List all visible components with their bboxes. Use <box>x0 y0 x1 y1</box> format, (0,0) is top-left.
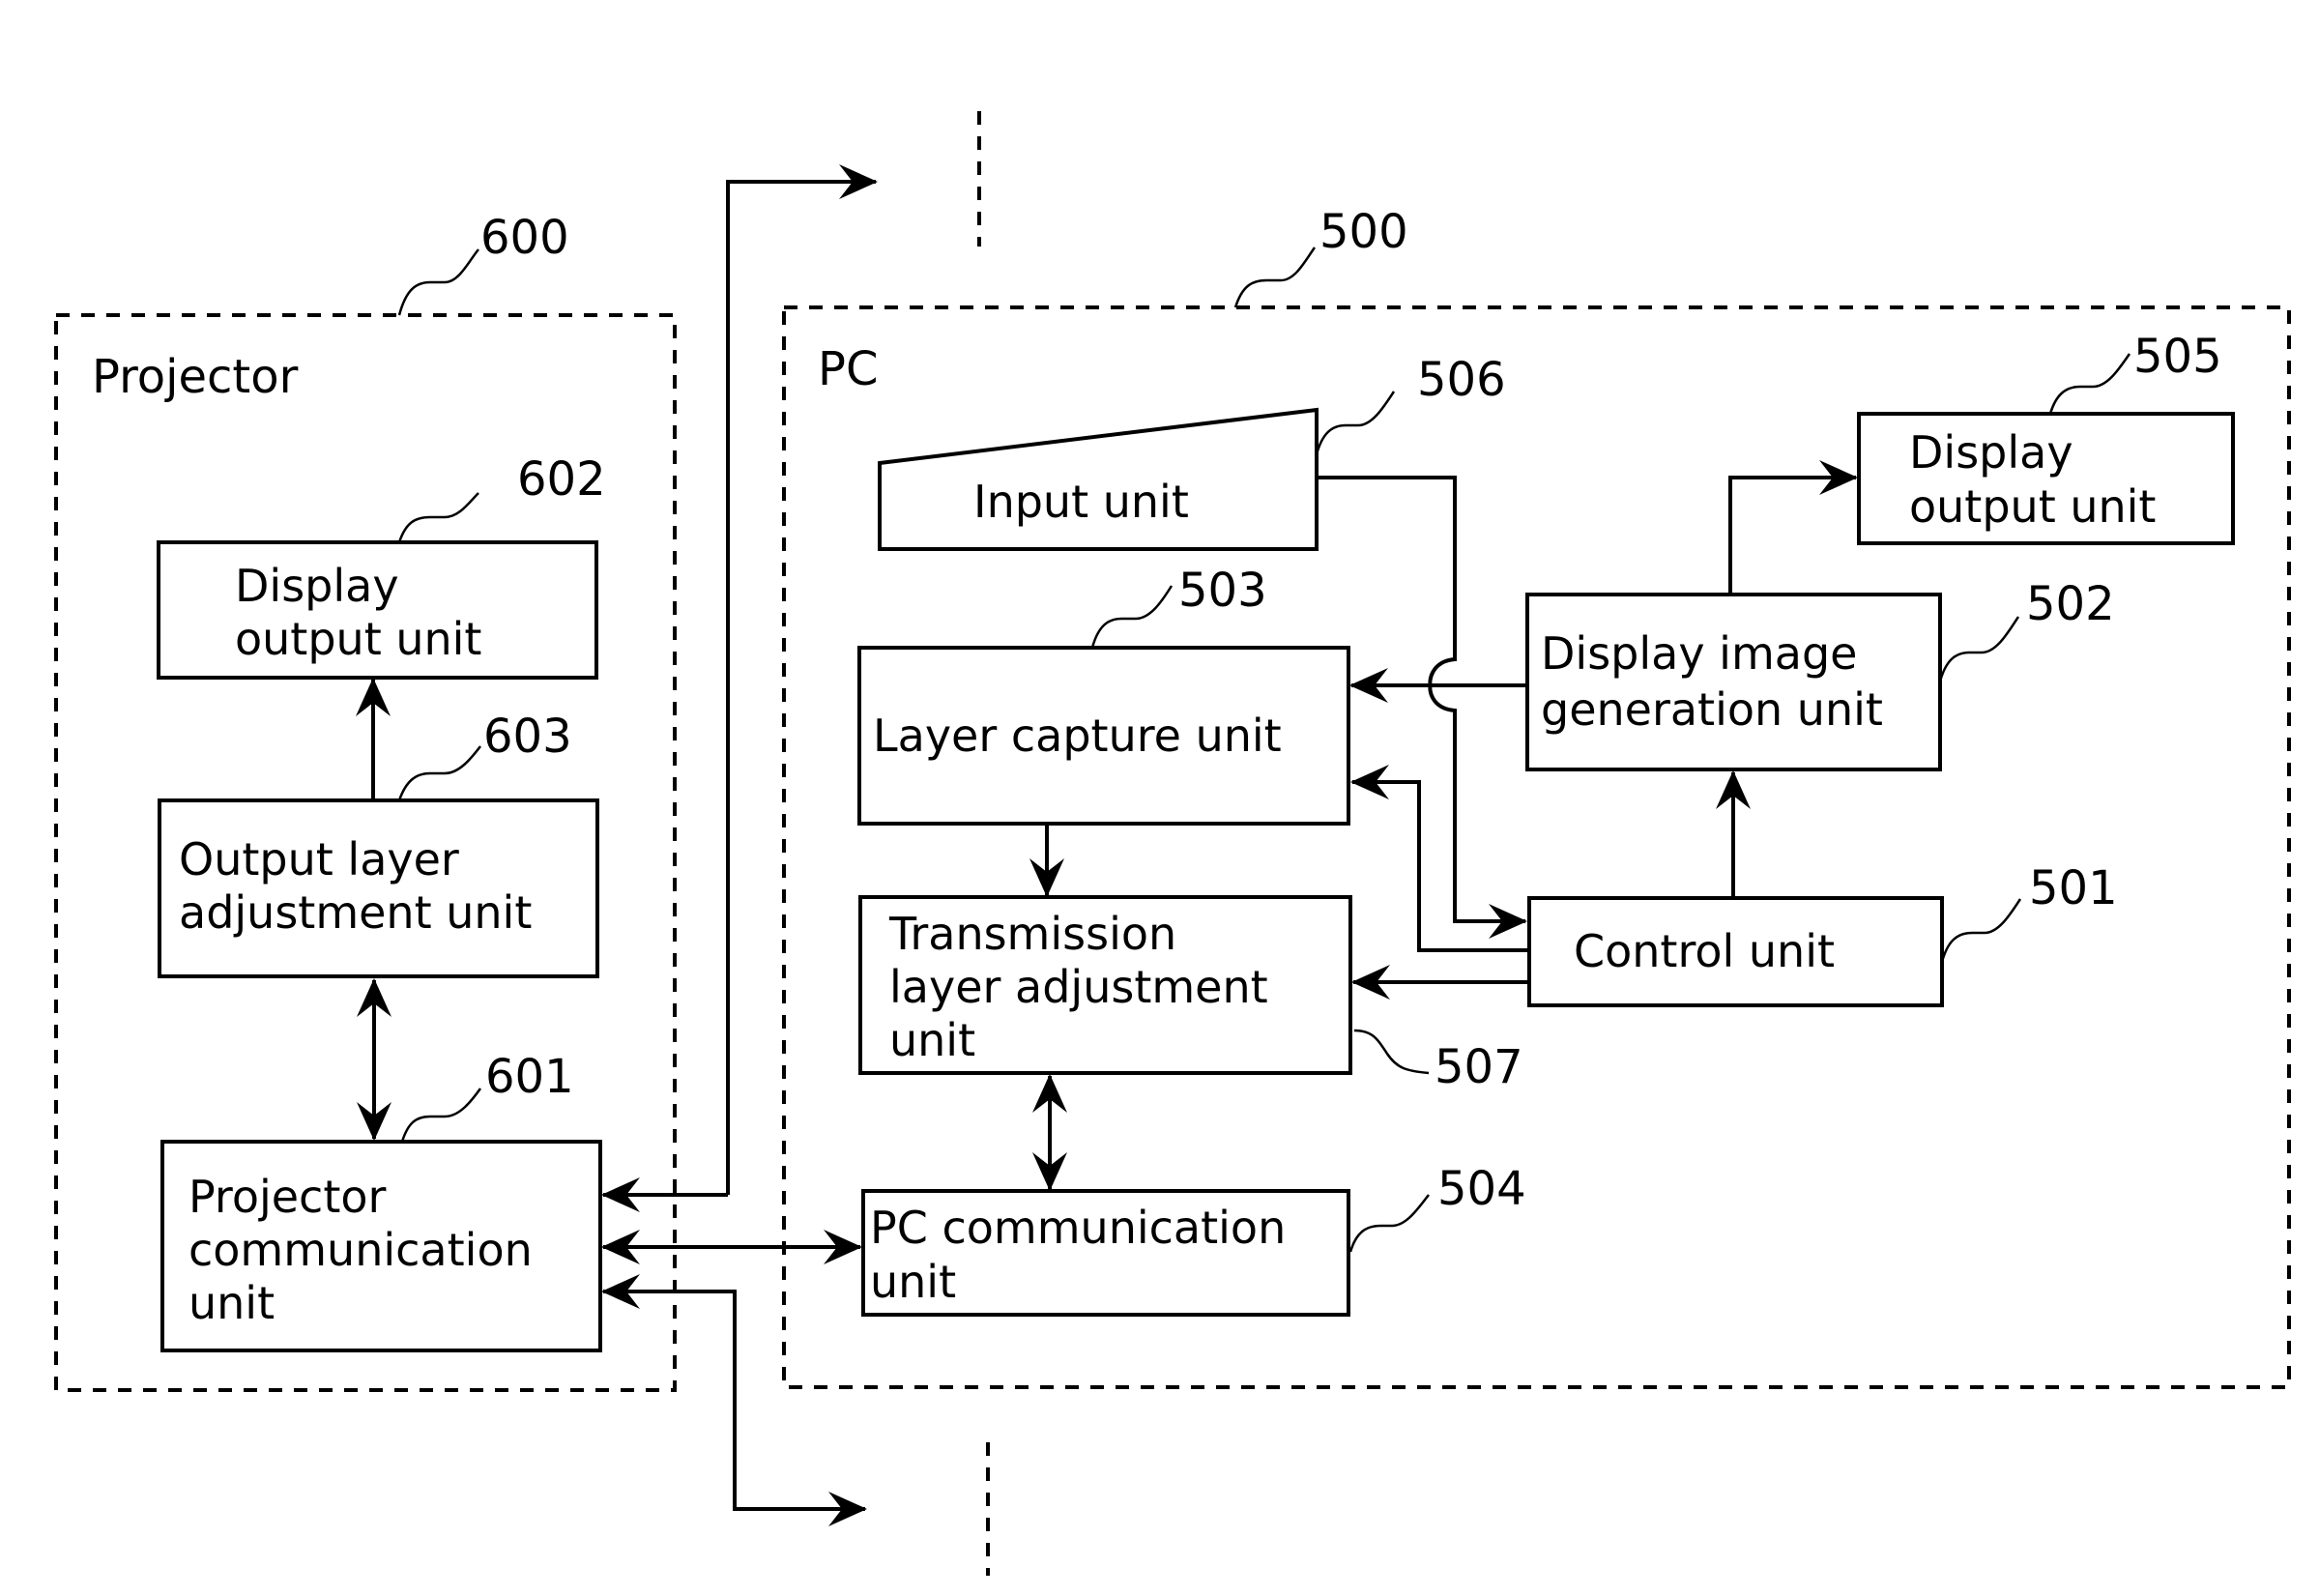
block-layer-capture: Layer capture unit 503 <box>857 564 1350 826</box>
ref-number-601: 601 <box>485 1050 574 1104</box>
block-text-line: Control unit <box>1574 925 1835 977</box>
leader-line-500 <box>1233 247 1317 308</box>
ref-number-603: 603 <box>483 710 572 764</box>
block-text-line: Transmission <box>888 908 1176 960</box>
block-input-unit: Input unit 506 <box>878 353 1506 551</box>
leader-line-507 <box>1353 1029 1430 1075</box>
block-projector-communication: Projector communication unit 601 <box>160 1050 602 1352</box>
block-text-line: output unit <box>235 613 481 665</box>
block-text-line: Display image <box>1541 627 1857 680</box>
block-text-line: unit <box>188 1277 275 1329</box>
block-text-line: Display <box>235 560 399 612</box>
block-text-line: layer adjustment <box>889 961 1268 1013</box>
arrow-external-bottom <box>601 1274 867 1526</box>
block-text-line: Layer capture unit <box>873 710 1282 762</box>
block-text-line: PC communication <box>870 1202 1286 1254</box>
block-output-layer-adjustment: Output layer adjustment unit 603 <box>158 710 599 978</box>
ref-number-506: 506 <box>1417 353 1506 407</box>
display-image-generation-box <box>1525 593 1942 771</box>
ref-number-503: 503 <box>1178 564 1267 618</box>
ref-number-501: 501 <box>2029 861 2118 915</box>
block-transmission-layer-adjustment: Transmission layer adjustment 507 unit <box>858 895 1523 1094</box>
ref-number-507: 507 <box>1435 1040 1523 1094</box>
block-text-line: generation unit <box>1541 683 1883 736</box>
ref-number-502: 502 <box>2026 577 2115 631</box>
block-control-unit: Control unit 501 <box>1527 861 2118 1007</box>
block-diagram: Projector 600 Display output unit 602 Ou… <box>54 111 2291 1576</box>
block-text-line: Display <box>1909 426 2073 479</box>
pc-group-label: PC <box>818 342 878 396</box>
arrow-502-to-505 <box>1728 460 1858 595</box>
leader-line-506 <box>1315 391 1396 455</box>
block-text-line: Projector <box>188 1171 387 1223</box>
leader-line-503 <box>1090 585 1174 649</box>
leader-line-600 <box>397 248 479 316</box>
ref-number-504: 504 <box>1437 1162 1526 1216</box>
arrow-501-to-503 <box>1350 765 1529 952</box>
ref-number-600: 600 <box>480 211 569 265</box>
block-text-line: Output layer <box>179 833 459 885</box>
leader-line-602 <box>397 492 479 543</box>
block-pc-display-output: Display output unit 505 <box>1857 330 2235 545</box>
block-text-line: unit <box>889 1014 975 1066</box>
leader-line-504 <box>1348 1194 1430 1253</box>
leader-line-505 <box>2048 353 2131 415</box>
ref-number-602: 602 <box>517 452 606 507</box>
projector-group-label: Projector <box>92 350 299 404</box>
leader-line-603 <box>397 745 481 801</box>
block-projector-display-output: Display output unit 602 <box>157 452 606 680</box>
leader-line-502 <box>1938 616 2020 682</box>
block-text-line: unit <box>870 1256 956 1308</box>
block-text-line: Input unit <box>973 476 1189 528</box>
block-text-line: adjustment unit <box>179 886 532 939</box>
ref-number-505: 505 <box>2133 330 2222 384</box>
block-pc-communication: PC communication unit 504 <box>861 1162 1526 1317</box>
block-display-image-generation: Display image generation unit 502 <box>1525 577 2115 771</box>
leader-line-501 <box>1940 898 2022 963</box>
leader-line-601 <box>400 1088 482 1143</box>
arrow-to-external-top <box>726 164 878 1195</box>
block-text-line: output unit <box>1909 480 2156 533</box>
ref-number-500: 500 <box>1319 205 1408 259</box>
block-text-line: communication <box>188 1224 533 1276</box>
